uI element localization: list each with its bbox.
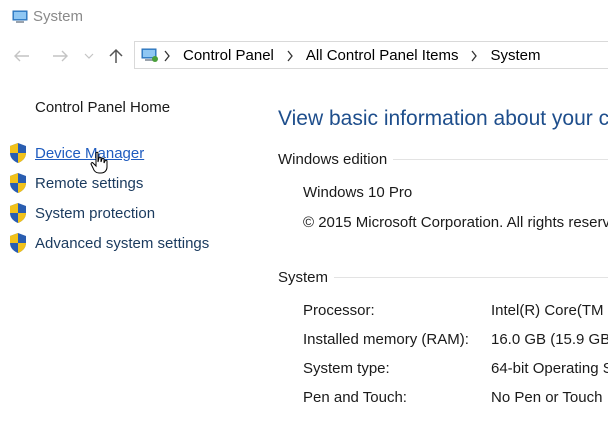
back-arrow-icon xyxy=(14,50,29,62)
task-label[interactable]: Advanced system settings xyxy=(35,235,209,252)
section-heading: Windows edition xyxy=(278,151,388,168)
shield-icon xyxy=(10,233,26,253)
system-icon xyxy=(12,10,28,23)
section-heading: System xyxy=(278,269,329,286)
forward-button[interactable] xyxy=(50,46,70,66)
pen-touch-label: Pen and Touch: xyxy=(303,389,407,406)
system-type-label: System type: xyxy=(303,360,390,377)
control-panel-home-link[interactable]: Control Panel Home xyxy=(35,99,170,116)
shield-icon xyxy=(10,143,26,163)
control-panel-icon xyxy=(141,48,158,62)
hand-cursor-icon xyxy=(90,151,108,174)
breadcrumb-control-panel[interactable]: Control Panel xyxy=(183,47,274,64)
shield-icon xyxy=(10,173,26,193)
address-bar[interactable]: Control Panel All Control Panel Items Sy… xyxy=(134,41,608,69)
recent-locations-button[interactable] xyxy=(82,46,96,66)
forward-arrow-icon xyxy=(53,50,68,62)
task-label[interactable]: Remote settings xyxy=(35,175,143,192)
up-arrow-icon xyxy=(109,48,123,63)
breadcrumb-system[interactable]: System xyxy=(490,47,540,64)
task-label[interactable]: System protection xyxy=(35,205,155,222)
task-remote-settings[interactable]: Remote settings xyxy=(8,172,143,194)
chevron-right-icon[interactable] xyxy=(163,50,171,62)
chevron-right-icon[interactable] xyxy=(286,50,294,62)
task-advanced-system-settings[interactable]: Advanced system settings xyxy=(8,232,209,254)
memory-value: 16.0 GB (15.9 GB u xyxy=(491,331,608,348)
windows-edition-value: Windows 10 Pro xyxy=(303,184,413,201)
back-button[interactable] xyxy=(12,46,32,66)
breadcrumb: Control Panel All Control Panel Items Sy… xyxy=(163,47,540,64)
up-button[interactable] xyxy=(106,46,126,66)
chevron-down-icon xyxy=(84,53,94,59)
system-section: System xyxy=(278,269,608,286)
windows-edition-section: Windows edition xyxy=(278,151,608,168)
chevron-right-icon[interactable] xyxy=(470,50,478,62)
memory-label: Installed memory (RAM): xyxy=(303,331,469,348)
title-bar: System xyxy=(0,0,608,34)
divider xyxy=(393,159,608,160)
copyright-text: © 2015 Microsoft Corporation. All rights… xyxy=(303,214,608,231)
processor-label: Processor: xyxy=(303,302,375,319)
task-device-manager[interactable]: Device Manager xyxy=(8,142,144,164)
processor-value: Intel(R) Core(TM xyxy=(491,302,604,319)
shield-icon xyxy=(10,203,26,223)
system-type-value: 64-bit Operating S xyxy=(491,360,608,377)
task-system-protection[interactable]: System protection xyxy=(8,202,155,224)
pen-touch-value: No Pen or Touch I xyxy=(491,389,608,406)
window-title: System xyxy=(33,8,84,25)
page-title: View basic information about your cor xyxy=(278,107,608,130)
divider xyxy=(334,277,608,278)
navigation-bar: Control Panel All Control Panel Items Sy… xyxy=(0,40,608,72)
breadcrumb-all-items[interactable]: All Control Panel Items xyxy=(306,47,459,64)
